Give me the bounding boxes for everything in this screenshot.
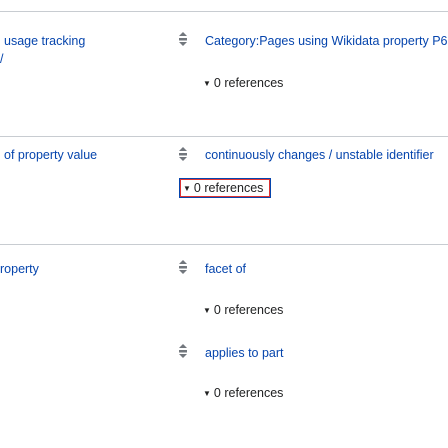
rank-normal-icon[interactable] bbox=[177, 31, 189, 47]
references-toggle[interactable]: ▼ 0 references bbox=[203, 303, 283, 317]
statement-value[interactable]: applies to part bbox=[205, 346, 284, 360]
statement-divider bbox=[0, 244, 448, 245]
references-count: 0 references bbox=[213, 76, 284, 90]
references-count: 0 references bbox=[213, 386, 284, 400]
statement-divider bbox=[0, 11, 448, 12]
rank-normal-icon[interactable] bbox=[177, 259, 189, 275]
references-toggle[interactable]: ▼ 0 references bbox=[180, 179, 270, 197]
statement-value[interactable]: continuously changes / unstable identifi… bbox=[205, 148, 434, 162]
chevron-down-icon: ▼ bbox=[203, 306, 211, 315]
references-count: 0 references bbox=[193, 181, 264, 195]
property-label-continued: / bbox=[0, 52, 4, 66]
references-toggle[interactable]: ▼ 0 references bbox=[203, 76, 283, 90]
chevron-down-icon: ▼ bbox=[183, 184, 191, 193]
references-toggle[interactable]: ▼ 0 references bbox=[203, 386, 283, 400]
rank-normal-icon[interactable] bbox=[177, 343, 189, 359]
chevron-down-icon: ▼ bbox=[203, 79, 211, 88]
rank-normal-icon[interactable] bbox=[177, 146, 189, 162]
property-label[interactable]: of property value bbox=[4, 148, 97, 162]
property-label[interactable]: usage tracking bbox=[4, 34, 85, 48]
property-label[interactable]: roperty bbox=[0, 262, 39, 276]
statement-value[interactable]: Category:Pages using Wikidata property P… bbox=[205, 34, 448, 48]
statement-divider bbox=[0, 136, 448, 137]
statement-value[interactable]: facet of bbox=[205, 262, 246, 276]
references-count: 0 references bbox=[213, 303, 284, 317]
chevron-down-icon: ▼ bbox=[203, 389, 211, 398]
